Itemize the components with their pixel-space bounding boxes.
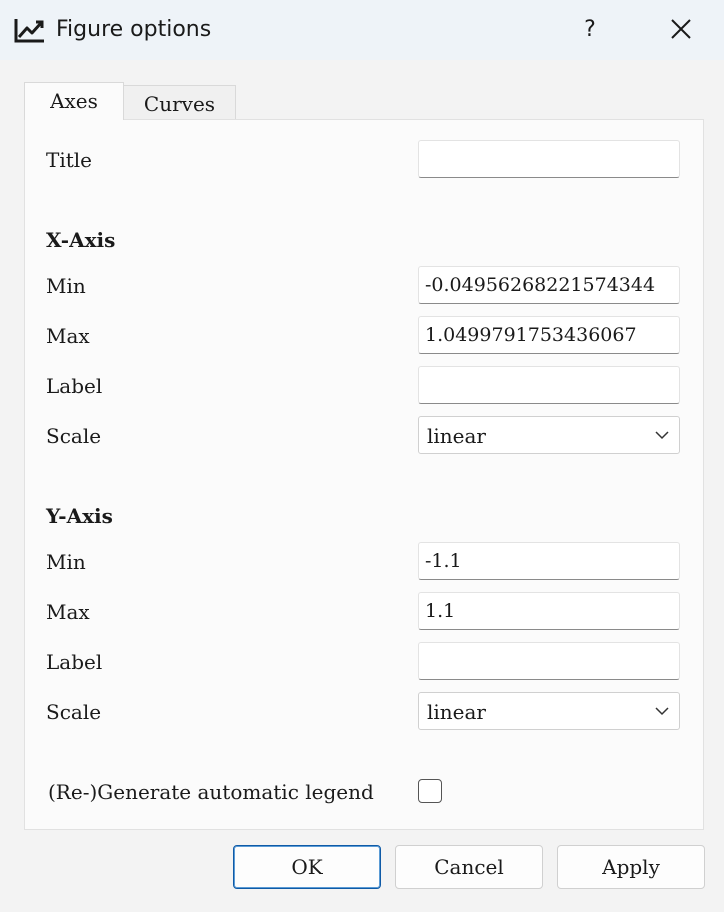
- close-button[interactable]: [660, 10, 702, 50]
- y-label-label: Label: [46, 650, 103, 674]
- x-max-label: Max: [46, 324, 90, 348]
- x-scale-value: linear: [427, 424, 486, 448]
- y-axis-heading: Y-Axis: [46, 504, 113, 528]
- x-max-input[interactable]: [418, 316, 680, 354]
- y-max-input[interactable]: [418, 592, 680, 630]
- tab-curves[interactable]: Curves: [124, 85, 236, 119]
- y-label-input[interactable]: [418, 642, 680, 680]
- y-scale-label: Scale: [46, 700, 102, 724]
- chevron-down-icon: [655, 707, 669, 716]
- help-button[interactable]: ?: [570, 10, 610, 50]
- line-chart-icon: [14, 19, 44, 43]
- x-min-input[interactable]: [418, 266, 680, 304]
- apply-button[interactable]: Apply: [557, 845, 705, 889]
- title-bar: Figure options ?: [0, 0, 724, 60]
- chevron-down-icon: [655, 431, 669, 440]
- y-min-label: Min: [46, 550, 86, 574]
- x-scale-select[interactable]: linear: [418, 416, 680, 454]
- window-title: Figure options: [56, 17, 212, 42]
- cancel-button[interactable]: Cancel: [395, 845, 543, 889]
- close-icon: [671, 19, 691, 39]
- x-label-input[interactable]: [418, 366, 680, 404]
- tab-axes[interactable]: Axes: [24, 82, 124, 120]
- title-label: Title: [46, 148, 93, 172]
- y-scale-select[interactable]: linear: [418, 692, 680, 730]
- legend-checkbox[interactable]: [418, 779, 442, 803]
- y-scale-value: linear: [427, 700, 486, 724]
- y-max-label: Max: [46, 600, 90, 624]
- y-min-input[interactable]: [418, 542, 680, 580]
- ok-button[interactable]: OK: [233, 845, 381, 889]
- x-min-label: Min: [46, 274, 86, 298]
- x-scale-label: Scale: [46, 424, 102, 448]
- x-label-label: Label: [46, 374, 103, 398]
- title-input[interactable]: [418, 140, 680, 178]
- legend-checkbox-label: (Re-)Generate automatic legend: [48, 780, 374, 804]
- x-axis-heading: X-Axis: [46, 228, 116, 252]
